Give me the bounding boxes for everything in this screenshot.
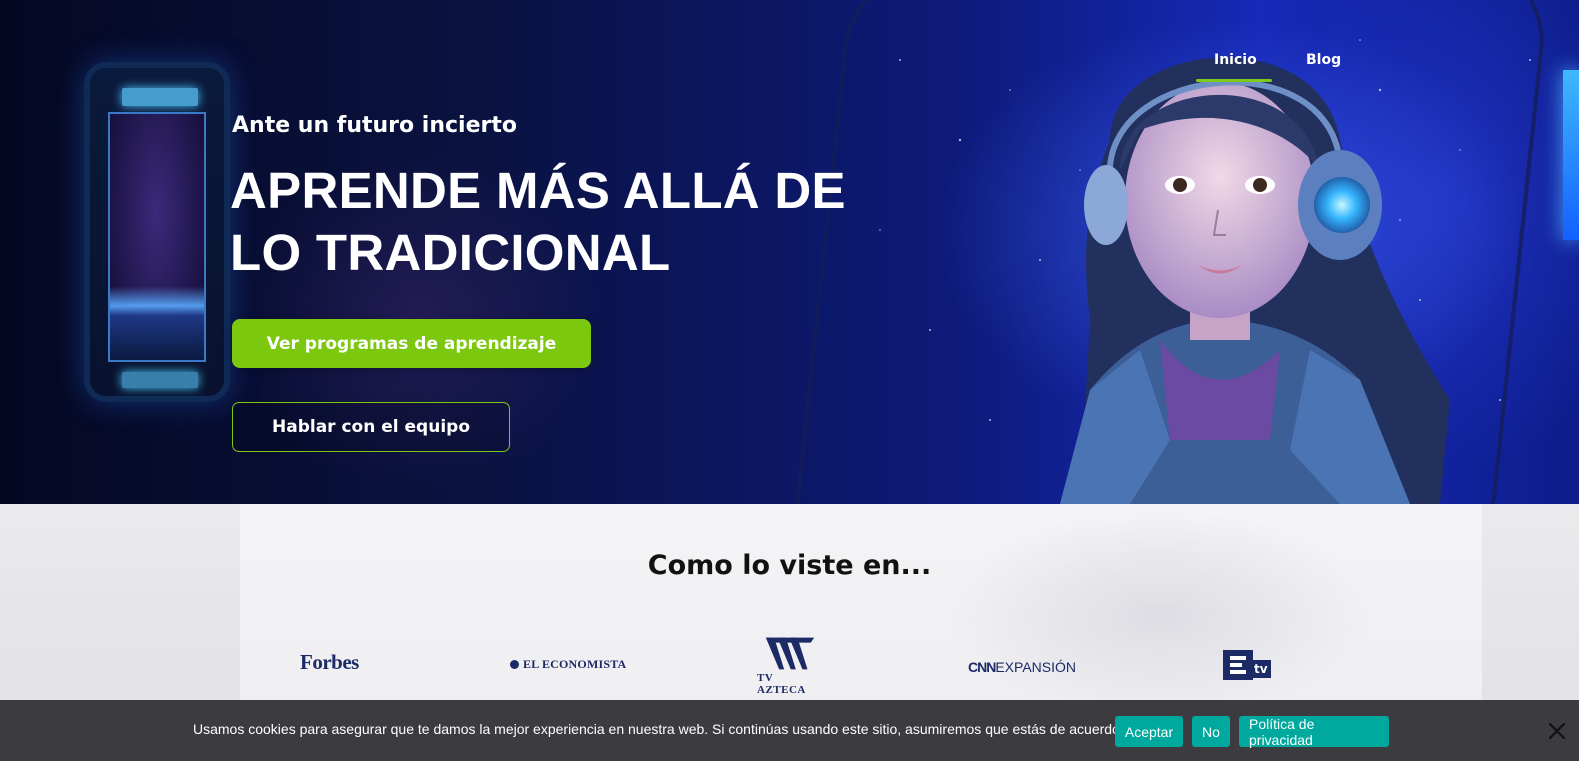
tv-azteca-logo: TV AZTECA (757, 636, 823, 696)
cookie-decline-button[interactable]: No (1192, 716, 1230, 747)
talk-to-team-button[interactable]: Hablar con el equipo (232, 402, 510, 452)
press-background-photo (240, 504, 1482, 704)
press-title: Como lo viste en... (647, 550, 932, 581)
expansion-logo-text: EXPANSIÓN (995, 659, 1076, 675)
view-programs-button[interactable]: Ver programas de aprendizaje (232, 319, 591, 368)
press-section: Como lo viste en... Forbes EL ECONOMISTA… (0, 504, 1579, 704)
press-background-photo-right (1482, 504, 1579, 704)
nav-link-blog[interactable]: Blog (1306, 52, 1341, 68)
close-icon[interactable] (1545, 719, 1569, 743)
tv-azteca-mark-icon (765, 637, 815, 670)
privacy-policy-button[interactable]: Política de privacidad (1239, 716, 1389, 748)
spaceship-window (84, 62, 230, 402)
cookie-consent-bar: Usamos cookies para asegurar que te damo… (0, 700, 1579, 761)
cnn-expansion-logo: CNN EXPANSIÓN (968, 659, 1076, 675)
nav-link-inicio[interactable]: Inicio (1214, 52, 1257, 68)
el-economista-logo-text: EL ECONOMISTA (523, 657, 627, 671)
hero-headline-line2: LO TRADICIONAL (230, 224, 671, 281)
hero-eyebrow: Ante un futuro incierto (232, 113, 517, 138)
hero-headline: APRENDE MÁS ALLÁ DE LO TRADICIONAL (230, 160, 850, 284)
hero-headline-line1: APRENDE MÁS ALLÁ DE (230, 162, 846, 219)
cookie-message: Usamos cookies para asegurar que te damo… (193, 721, 1176, 737)
etv-logo: tv (1223, 650, 1271, 680)
etv-logo-text: tv (1254, 662, 1268, 676)
el-economista-mark-icon (510, 660, 519, 669)
el-economista-logo: EL ECONOMISTA (510, 657, 626, 672)
forbes-logo: Forbes (300, 650, 359, 674)
hero-banner: Inicio Blog Ante un futuro incierto APRE… (0, 0, 1579, 504)
cnn-logo-text: CNN (968, 659, 996, 675)
tv-azteca-logo-text: TV AZTECA (757, 672, 806, 696)
nav-active-indicator (1196, 79, 1272, 82)
edge-light (1563, 70, 1579, 240)
hero-illustration-girl-headphones (1060, 57, 1450, 504)
cookie-accept-button[interactable]: Aceptar (1115, 716, 1183, 747)
press-background-photo-left (0, 504, 240, 704)
